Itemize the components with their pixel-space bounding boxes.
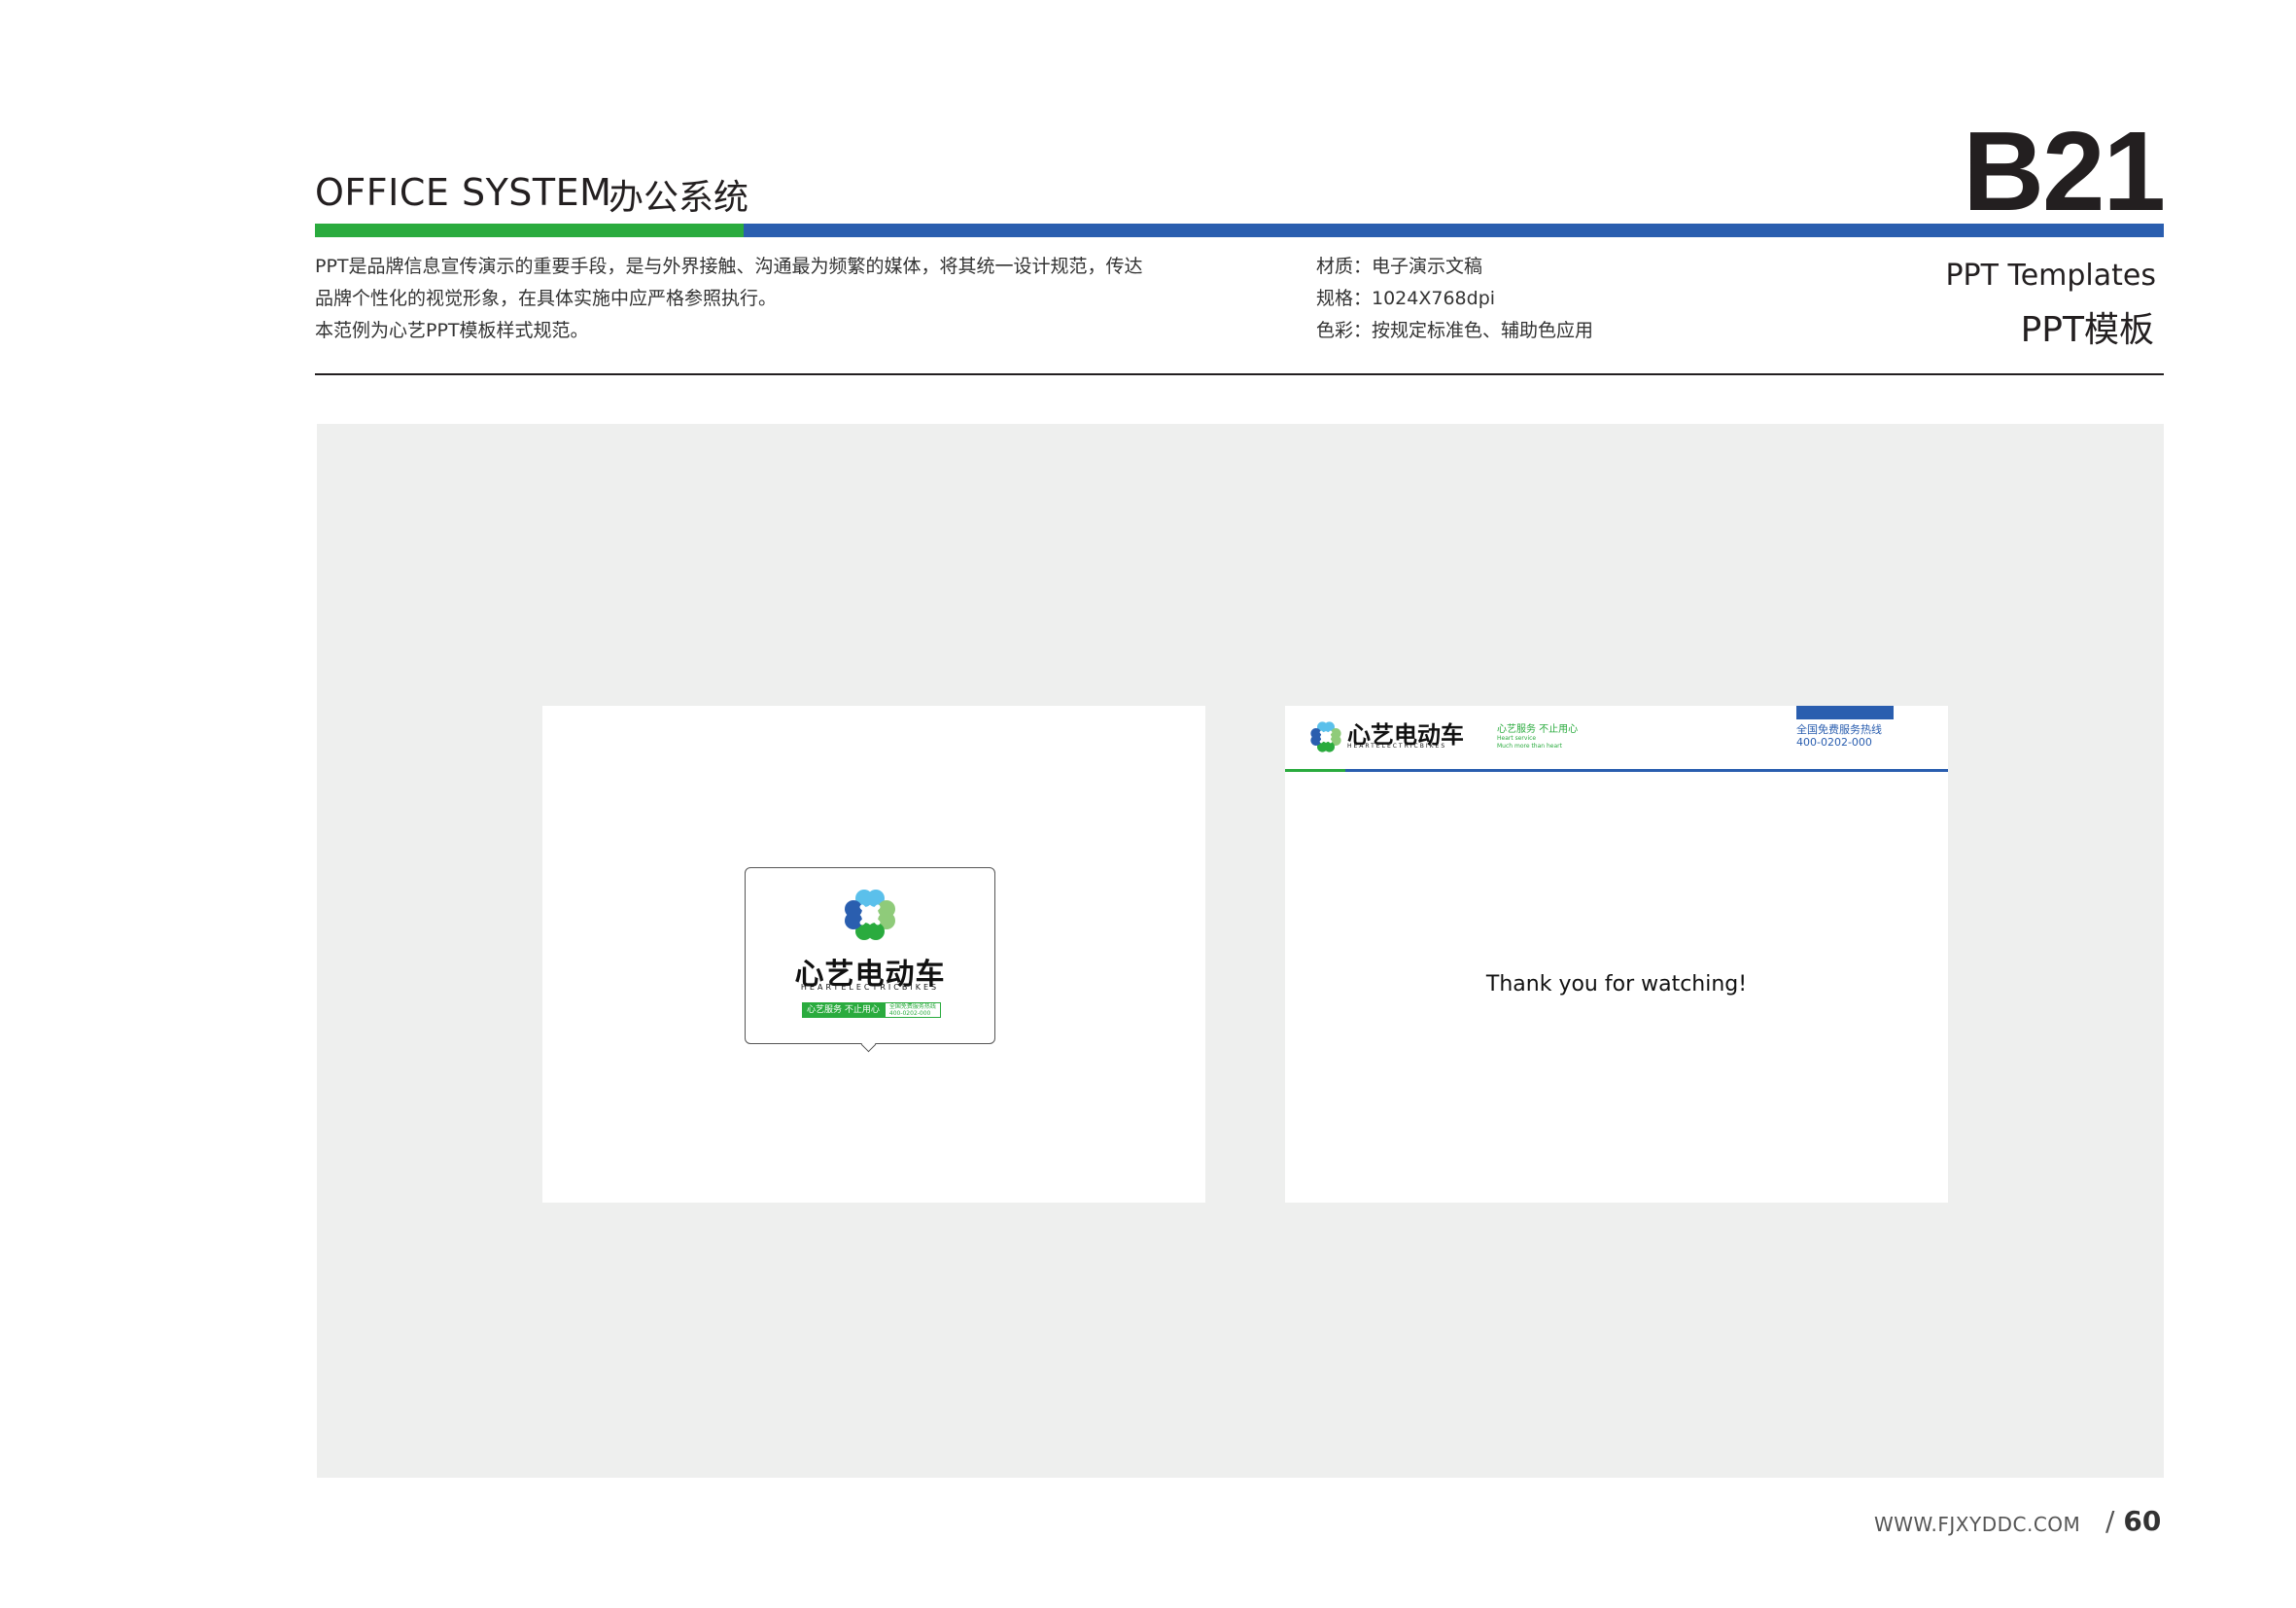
- header-bar-green: [315, 224, 744, 237]
- badge-slogan: 心艺服务 不止用心: [802, 1002, 885, 1018]
- brand-name-en: HEARTELECTRICBIKES: [800, 983, 940, 992]
- hotline-number: 400-0202-000: [1796, 736, 1872, 749]
- footer-url: WWW.FJXYDDC.COM: [1874, 1513, 2081, 1536]
- ppt-cover-slide: 心艺电动车 HEARTELECTRICBIKES 心艺服务 不止用心 全国免费服…: [542, 706, 1205, 1203]
- clover-logo-icon: [1308, 719, 1343, 758]
- header-divider: [315, 373, 2164, 375]
- slogan-en-line: Heart service: [1497, 735, 1537, 742]
- slide-header-line-green: [1285, 769, 1345, 772]
- hotline-info: 全国免费服务热线 400-0202-000: [1796, 723, 1882, 749]
- description-line: PPT是品牌信息宣传演示的重要手段，是与外界接触、沟通最为频繁的媒体，将其统一设…: [315, 256, 1143, 277]
- header-bar-blue: [744, 224, 2164, 237]
- brand-badge: 心艺服务 不止用心 全国免费服务热线 400-0202-000: [802, 1002, 941, 1018]
- card-pointer: [860, 1036, 877, 1053]
- brand-slogan: 心艺服务 不止用心: [1497, 724, 1579, 735]
- category-title-cn: PPT模板: [2020, 310, 2154, 350]
- section-title-cn: 办公系统: [609, 178, 749, 218]
- slide-header-line-blue: [1345, 769, 1948, 772]
- description-line: 品牌个性化的视觉形象，在具体实施中应严格参照执行。: [315, 288, 778, 309]
- page-separator: /: [2105, 1505, 2115, 1537]
- spec-list: 材质：电子演示文稿 规格：1024X768dpi 色彩：按规定标准色、辅助色应用: [1316, 251, 1593, 347]
- thanks-message: Thank you for watching!: [1485, 972, 1748, 996]
- badge-hotline: 全国免费服务热线 400-0202-000: [884, 1002, 941, 1018]
- description-line: 本范例为心艺PPT模板样式规范。: [315, 320, 589, 341]
- brand-slogan-en: Heart service Much more than heart: [1497, 735, 1562, 751]
- spec-size: 规格：1024X768dpi: [1316, 288, 1496, 309]
- section-title-en: OFFICE SYSTEM: [315, 171, 612, 214]
- hotline-accent-block: [1796, 706, 1894, 719]
- badge-hotline-number: 400-0202-000: [888, 1010, 931, 1017]
- brand-name-en: HEARTELECTRICBIKES: [1347, 743, 1447, 750]
- badge-hotline-label: 全国免费服务热线: [888, 1003, 936, 1010]
- page-number-value: 60: [2123, 1505, 2162, 1537]
- page-code: B21: [1963, 108, 2166, 234]
- description-text: PPT是品牌信息宣传演示的重要手段，是与外界接触、沟通最为频繁的媒体，将其统一设…: [315, 251, 1143, 347]
- category-title-en: PPT Templates: [1945, 259, 2156, 293]
- ppt-closing-slide: 心艺电动车 HEARTELECTRICBIKES 心艺服务 不止用心 Heart…: [1285, 706, 1948, 1203]
- slogan-en-line: Much more than heart: [1497, 743, 1562, 750]
- hotline-label: 全国免费服务热线: [1796, 723, 1882, 736]
- logo-card: 心艺电动车 HEARTELECTRICBIKES 心艺服务 不止用心 全国免费服…: [745, 867, 995, 1053]
- page-number: / 60: [2105, 1505, 2161, 1537]
- clover-logo-icon: [841, 886, 899, 948]
- spec-color: 色彩：按规定标准色、辅助色应用: [1316, 320, 1594, 341]
- spec-material: 材质：电子演示文稿: [1316, 256, 1483, 277]
